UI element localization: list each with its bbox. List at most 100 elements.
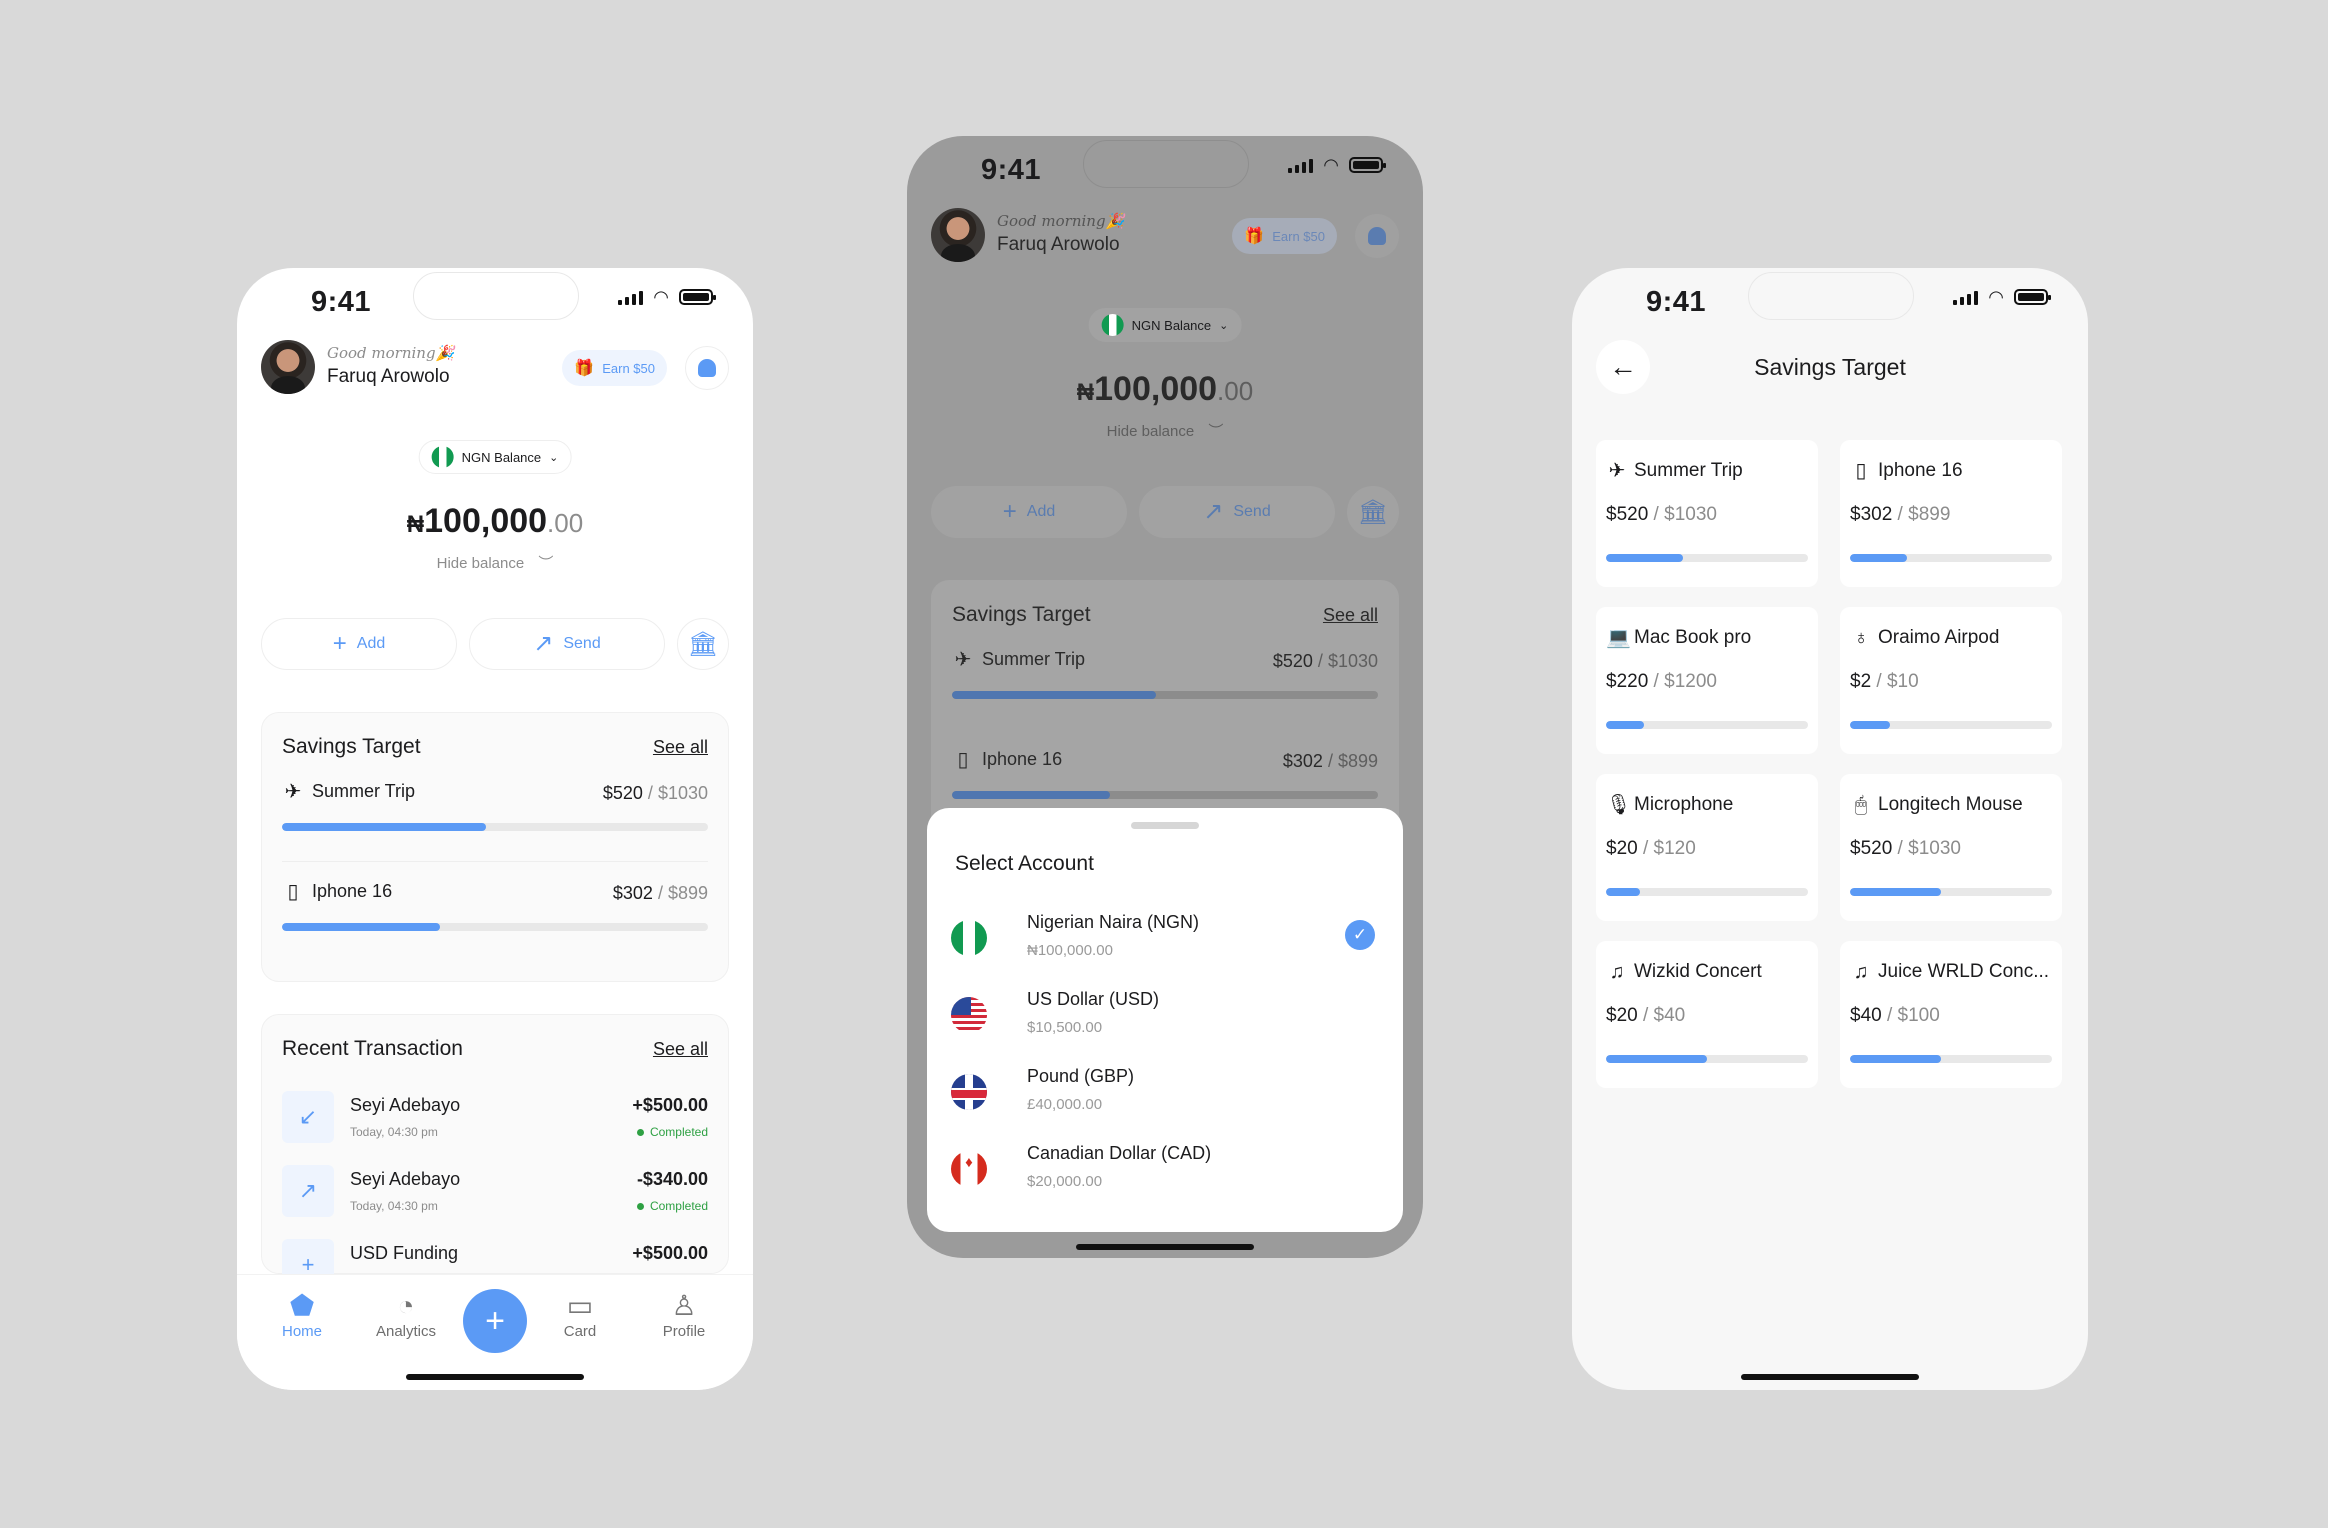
- earn-button[interactable]: 🎁 Earn $50: [1232, 218, 1337, 254]
- add-button[interactable]: + Add: [261, 618, 457, 670]
- hide-balance-toggle[interactable]: Hide balance ︶: [237, 552, 753, 573]
- account-option-usd[interactable]: US Dollar (USD) $10,500.00: [951, 989, 1379, 1061]
- savings-target-card[interactable]: 🖱 Longitech Mouse $520 / $1030: [1840, 774, 2062, 921]
- target-name: Iphone 16: [1878, 460, 1963, 481]
- tab-card[interactable]: ▭ Card: [535, 1289, 625, 1340]
- balance-amount: ₦100,000.00: [237, 502, 753, 541]
- balance-selector-label: NGN Balance: [461, 449, 542, 465]
- savings-progress: [282, 823, 708, 831]
- earn-button[interactable]: 🎁 Earn $50: [562, 350, 667, 386]
- savings-target-card[interactable]: ♫ Wizkid Concert $20 / $40: [1596, 941, 1818, 1088]
- savings-item-saved: $520: [1272, 651, 1313, 671]
- battery-icon: [1349, 157, 1386, 173]
- balance-amount: ₦100,000.00: [907, 370, 1423, 409]
- send-button[interactable]: ↗ Send: [469, 618, 665, 670]
- savings-item[interactable]: ▯ Iphone 16 $302 / $899: [282, 881, 708, 951]
- phone-icon: ▯: [287, 880, 299, 903]
- target-name: Longitech Mouse: [1878, 794, 2023, 815]
- bell-icon: [698, 359, 716, 377]
- balance-selector[interactable]: NGN Balance ⌄: [1088, 308, 1242, 342]
- savings-target-card[interactable]: ✈ Summer Trip $520 / $1030: [1596, 440, 1818, 587]
- transaction-amount: +$500.00: [632, 1095, 708, 1115]
- tab-analytics[interactable]: ◔ Analytics: [361, 1289, 451, 1340]
- transaction-row[interactable]: ↙ Seyi Adebayo Today, 04:30 pm +$500.00 …: [282, 1091, 708, 1151]
- target-saved: $220: [1606, 671, 1649, 692]
- wifi-icon: ◠: [653, 287, 669, 307]
- check-icon: ✓: [1345, 920, 1375, 950]
- transactions-title: Recent Transaction: [282, 1037, 463, 1060]
- account-option-gbp[interactable]: Pound (GBP) £40,000.00: [951, 1066, 1379, 1138]
- savings-item-target: $899: [1337, 751, 1378, 771]
- user-name: Faruq Arowolo: [327, 366, 450, 387]
- transactions-see-all-link[interactable]: See all: [653, 1039, 708, 1060]
- transaction-time: Today, 04:30 pm: [350, 1125, 438, 1139]
- target-progress: [1850, 888, 2052, 896]
- savings-item-name: Iphone 16: [312, 881, 393, 901]
- add-label: Add: [1026, 503, 1056, 520]
- sheet-grabber[interactable]: [1131, 822, 1199, 829]
- airplane-icon: ✈: [954, 648, 972, 671]
- status-badge: Completed: [636, 1125, 708, 1139]
- account-option-cad[interactable]: Canadian Dollar (CAD) $20,000.00: [951, 1143, 1379, 1215]
- target-saved: $2: [1850, 671, 1872, 692]
- transaction-time: Today, 04:30 pm: [350, 1199, 438, 1213]
- account-option-ngn[interactable]: Nigerian Naira (NGN) ₦100,000.00 ✓: [951, 912, 1379, 984]
- status-time: 9:41: [311, 286, 372, 318]
- target-saved: $20: [1606, 1005, 1638, 1026]
- savings-card: Savings Target See all ✈ Summer Trip $520…: [261, 712, 729, 982]
- home-screen: 9:41 ◠ Good morning🎉 Faruq Arowolo 🎁 Ear…: [237, 268, 753, 1390]
- savings-progress: [282, 923, 708, 931]
- balance-whole: 100,000: [1094, 370, 1218, 408]
- bank-button[interactable]: 🏛: [1347, 486, 1399, 538]
- home-indicator: [1741, 1374, 1919, 1380]
- balance-selector[interactable]: NGN Balance ⌄: [418, 440, 572, 474]
- bank-button[interactable]: 🏛: [677, 618, 729, 670]
- pie-chart-icon: ◔: [397, 1290, 415, 1321]
- status-time: 9:41: [981, 154, 1042, 186]
- account-balance: ₦100,000.00: [1027, 942, 1113, 959]
- savings-see-all-link[interactable]: See all: [653, 737, 708, 758]
- currency-symbol: ₦: [406, 511, 425, 538]
- notification-button[interactable]: [685, 346, 729, 390]
- account-balance: $20,000.00: [1027, 1173, 1103, 1190]
- account-balance: £40,000.00: [1027, 1096, 1103, 1113]
- add-fab-button[interactable]: +: [463, 1289, 527, 1353]
- laptop-icon: 💻: [1606, 627, 1631, 649]
- savings-target-card[interactable]: 🎙 Microphone $20 / $120: [1596, 774, 1818, 921]
- savings-item[interactable]: ✈ Summer Trip $520 / $1030: [282, 781, 708, 851]
- home-indicator: [1076, 1244, 1254, 1250]
- send-button[interactable]: ↗ Send: [1139, 486, 1335, 538]
- hide-balance-toggle[interactable]: Hide balance ︶: [907, 420, 1423, 441]
- transaction-row[interactable]: ↗ Seyi Adebayo Today, 04:30 pm -$340.00 …: [282, 1165, 708, 1225]
- tab-home[interactable]: ⬟ Home: [257, 1289, 347, 1340]
- savings-target-card[interactable]: ♁ Oraimo Airpod $2 / $10: [1840, 607, 2062, 754]
- savings-see-all-link[interactable]: See all: [1323, 605, 1378, 626]
- savings-item-name: Iphone 16: [982, 749, 1063, 769]
- avatar[interactable]: [261, 340, 315, 394]
- savings-target-card[interactable]: 💻 Mac Book pro $220 / $1200: [1596, 607, 1818, 754]
- nigeria-flag-icon: [431, 446, 454, 468]
- bank-icon: 🏛: [1357, 498, 1389, 526]
- savings-item[interactable]: ✈ Summer Trip $520 / $1030: [952, 649, 1378, 719]
- wifi-icon: ◠: [1323, 155, 1339, 175]
- target-progress: [1606, 721, 1808, 729]
- target-name: Wizkid Concert: [1634, 961, 1762, 982]
- eye-closed-icon: ︶: [538, 555, 554, 572]
- savings-target-card[interactable]: ▯ Iphone 16 $302 / $899: [1840, 440, 2062, 587]
- target-progress: [1606, 888, 1808, 896]
- notification-button[interactable]: [1355, 214, 1399, 258]
- avatar[interactable]: [931, 208, 985, 262]
- savings-target-card[interactable]: ♫ Juice WRLD Conc... $40 / $100: [1840, 941, 2062, 1088]
- target-name: Oraimo Airpod: [1878, 627, 2000, 648]
- target-saved: $520: [1606, 504, 1649, 525]
- add-button[interactable]: + Add: [931, 486, 1127, 538]
- savings-item-target: $899: [667, 883, 708, 903]
- status-bar: 9:41 ◠: [1572, 268, 2088, 338]
- canada-flag-icon: [951, 1151, 987, 1187]
- select-account-sheet: Select Account Nigerian Naira (NGN) ₦100…: [927, 808, 1403, 1232]
- nigeria-flag-icon: [951, 920, 987, 956]
- status-icons: ◠: [1288, 155, 1386, 175]
- target-name: Microphone: [1634, 794, 1734, 815]
- tab-profile[interactable]: ♙ Profile: [639, 1289, 729, 1340]
- savings-title: Savings Target: [952, 603, 1091, 626]
